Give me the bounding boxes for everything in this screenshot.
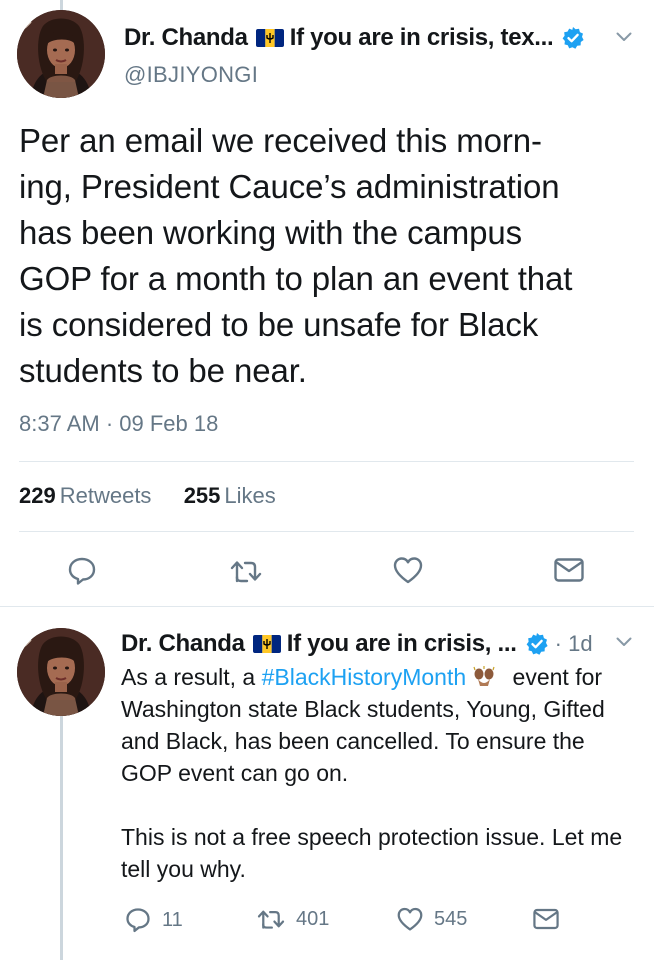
- chevron-down-icon[interactable]: [616, 637, 632, 647]
- direct-message-button[interactable]: [553, 556, 585, 584]
- tweet-separator: [0, 606, 654, 607]
- reply-icon: [68, 557, 96, 585]
- verified-badge-icon: [561, 26, 585, 50]
- divider: [19, 461, 634, 462]
- like-button[interactable]: [392, 555, 424, 585]
- divider: [19, 531, 634, 532]
- author-name-row[interactable]: Dr. Chanda If you are in crisis, ... · 1…: [121, 630, 593, 658]
- reply-count: 11: [162, 908, 183, 931]
- retweets-count: 229: [19, 483, 56, 508]
- display-name-suffix[interactable]: If you are in crisis, ...: [287, 630, 517, 658]
- raised-hands-emoji-icon: [472, 666, 496, 688]
- avatar[interactable]: [17, 10, 105, 98]
- avatar[interactable]: [17, 628, 105, 716]
- reply-text-start: As a result, a: [121, 664, 262, 690]
- like-button[interactable]: 545: [396, 906, 467, 932]
- likes-stat[interactable]: 255 Likes: [184, 483, 276, 508]
- retweet-icon: [230, 561, 262, 583]
- reply-paragraph-1: As a result, a #BlackHistoryMonth event …: [121, 661, 641, 789]
- tweet-text: Per an email we received this morn- ing,…: [19, 122, 573, 389]
- reply-tweet-text: As a result, a #BlackHistoryMonth event …: [121, 661, 641, 917]
- retweet-icon: [257, 910, 285, 929]
- barbados-flag-icon: [255, 29, 284, 47]
- thread-line: [60, 688, 63, 960]
- display-name-suffix[interactable]: If you are in crisis, tex...: [290, 24, 554, 52]
- reply-icon: [126, 908, 150, 933]
- chevron-down-icon[interactable]: [616, 32, 632, 42]
- reply-paragraph-2: This is not a free speech protection iss…: [121, 824, 623, 882]
- reply-button[interactable]: [66, 555, 98, 587]
- direct-message-icon: [533, 908, 559, 930]
- like-count: 545: [434, 907, 468, 930]
- likes-count: 255: [183, 483, 221, 508]
- author-handle[interactable]: @IBJIYONGI: [124, 62, 258, 88]
- retweets-label: Retweets: [59, 483, 152, 508]
- retweet-button[interactable]: 401: [256, 907, 329, 931]
- display-name[interactable]: Dr. Chanda: [121, 630, 245, 658]
- hashtag-link[interactable]: #BlackHistoryMonth: [262, 664, 467, 690]
- display-name[interactable]: Dr. Chanda: [124, 24, 248, 52]
- retweet-button[interactable]: [229, 557, 263, 585]
- retweet-count: 401: [296, 907, 330, 930]
- like-icon: [393, 557, 423, 584]
- direct-message-icon: [554, 558, 584, 582]
- tweet-stats: 229 Retweets 255 Likes: [19, 483, 276, 509]
- retweets-stat[interactable]: 229 Retweets: [19, 483, 158, 508]
- barbados-flag-icon: [252, 635, 281, 653]
- like-icon: [397, 907, 423, 931]
- verified-badge-icon: [525, 632, 549, 656]
- author-name-row[interactable]: Dr. Chanda If you are in crisis, tex...: [124, 24, 585, 52]
- tweet-relative-time[interactable]: · 1d: [555, 631, 593, 657]
- direct-message-button[interactable]: [532, 907, 560, 931]
- reply-button[interactable]: 11: [124, 906, 183, 934]
- likes-label: Likes: [224, 483, 276, 508]
- tweet-timestamp: 8:37 AM · 09 Feb 18: [19, 411, 219, 436]
